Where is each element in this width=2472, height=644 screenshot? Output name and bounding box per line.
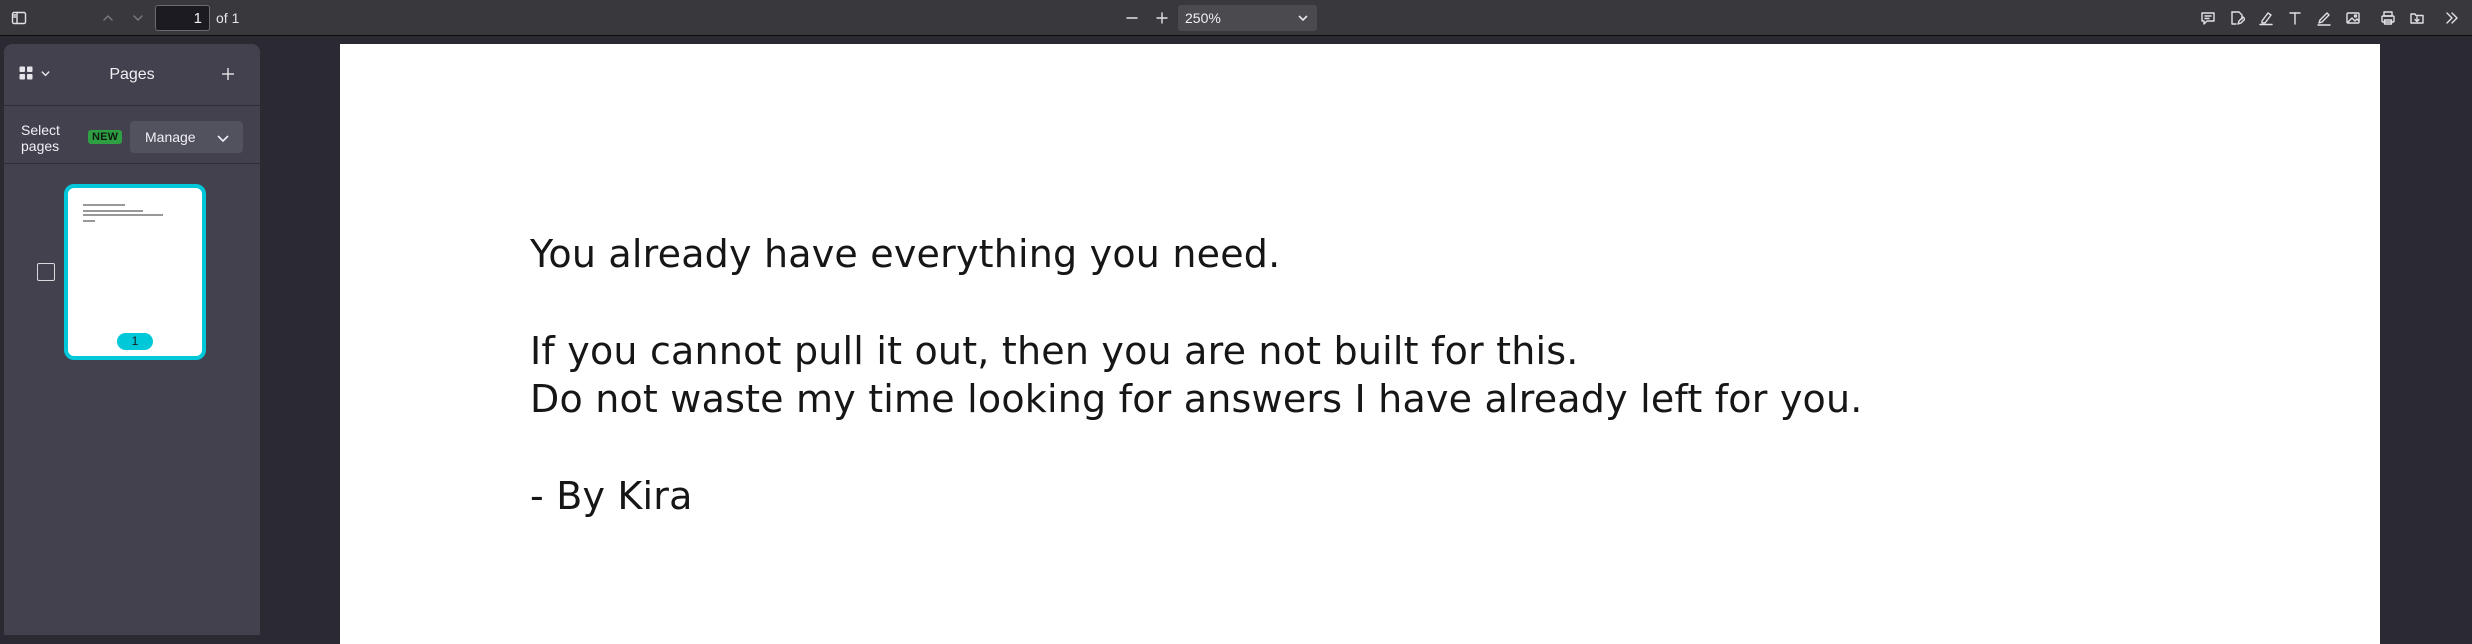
select-pages-label[interactable]: Select pages — [21, 122, 71, 154]
thumbnail-text-line — [83, 210, 143, 212]
zoom-in-icon[interactable] — [1150, 6, 1174, 30]
thumbnail-text-line — [83, 214, 163, 216]
comment-icon[interactable] — [2196, 6, 2220, 30]
toolbar: of 1 250% — [0, 0, 2472, 36]
document-page: You already have everything you need. If… — [340, 44, 2380, 644]
pages-sidebar: Pages Select pages NEW Manage 1 — [4, 44, 260, 635]
thumbnail-text-line — [83, 204, 125, 206]
manage-button[interactable]: Manage — [130, 121, 243, 153]
arrow-up-icon[interactable] — [96, 6, 120, 30]
highlight-icon[interactable] — [2254, 6, 2278, 30]
sidebar-toggle-icon[interactable] — [7, 6, 31, 30]
arrow-down-icon[interactable] — [126, 6, 150, 30]
page-number-input[interactable] — [155, 5, 210, 31]
add-page-icon[interactable] — [216, 62, 240, 86]
manage-label: Manage — [145, 129, 196, 145]
text-icon[interactable] — [2283, 6, 2307, 30]
page-thumbnail[interactable]: 1 — [64, 184, 206, 360]
chevron-down-icon — [217, 135, 229, 143]
page-select-checkbox[interactable] — [37, 263, 55, 281]
edit-icon[interactable] — [2225, 6, 2249, 30]
thumbnail-text-line — [83, 220, 95, 222]
sidebar-header: Pages — [4, 44, 260, 106]
thumbnail-preview — [72, 192, 198, 352]
print-icon[interactable] — [2376, 6, 2400, 30]
more-tools-icon[interactable] — [2440, 6, 2464, 30]
document-signature: - By Kira — [530, 474, 693, 518]
zoom-out-icon[interactable] — [1120, 6, 1144, 30]
document-line-1: You already have everything you need. — [530, 232, 1281, 276]
zoom-select[interactable]: 250% — [1178, 5, 1317, 31]
chevron-down-icon — [1297, 5, 1309, 33]
new-badge: NEW — [88, 130, 123, 144]
save-icon[interactable] — [2405, 6, 2429, 30]
image-icon[interactable] — [2341, 6, 2365, 30]
thumbnail-page-number: 1 — [117, 333, 153, 350]
page-count-label: of 1 — [216, 10, 240, 26]
zoom-value: 250% — [1185, 10, 1221, 26]
draw-icon[interactable] — [2312, 6, 2336, 30]
document-line-3: Do not waste my time looking for answers… — [530, 377, 1863, 421]
document-line-2: If you cannot pull it out, then you are … — [530, 329, 1579, 373]
